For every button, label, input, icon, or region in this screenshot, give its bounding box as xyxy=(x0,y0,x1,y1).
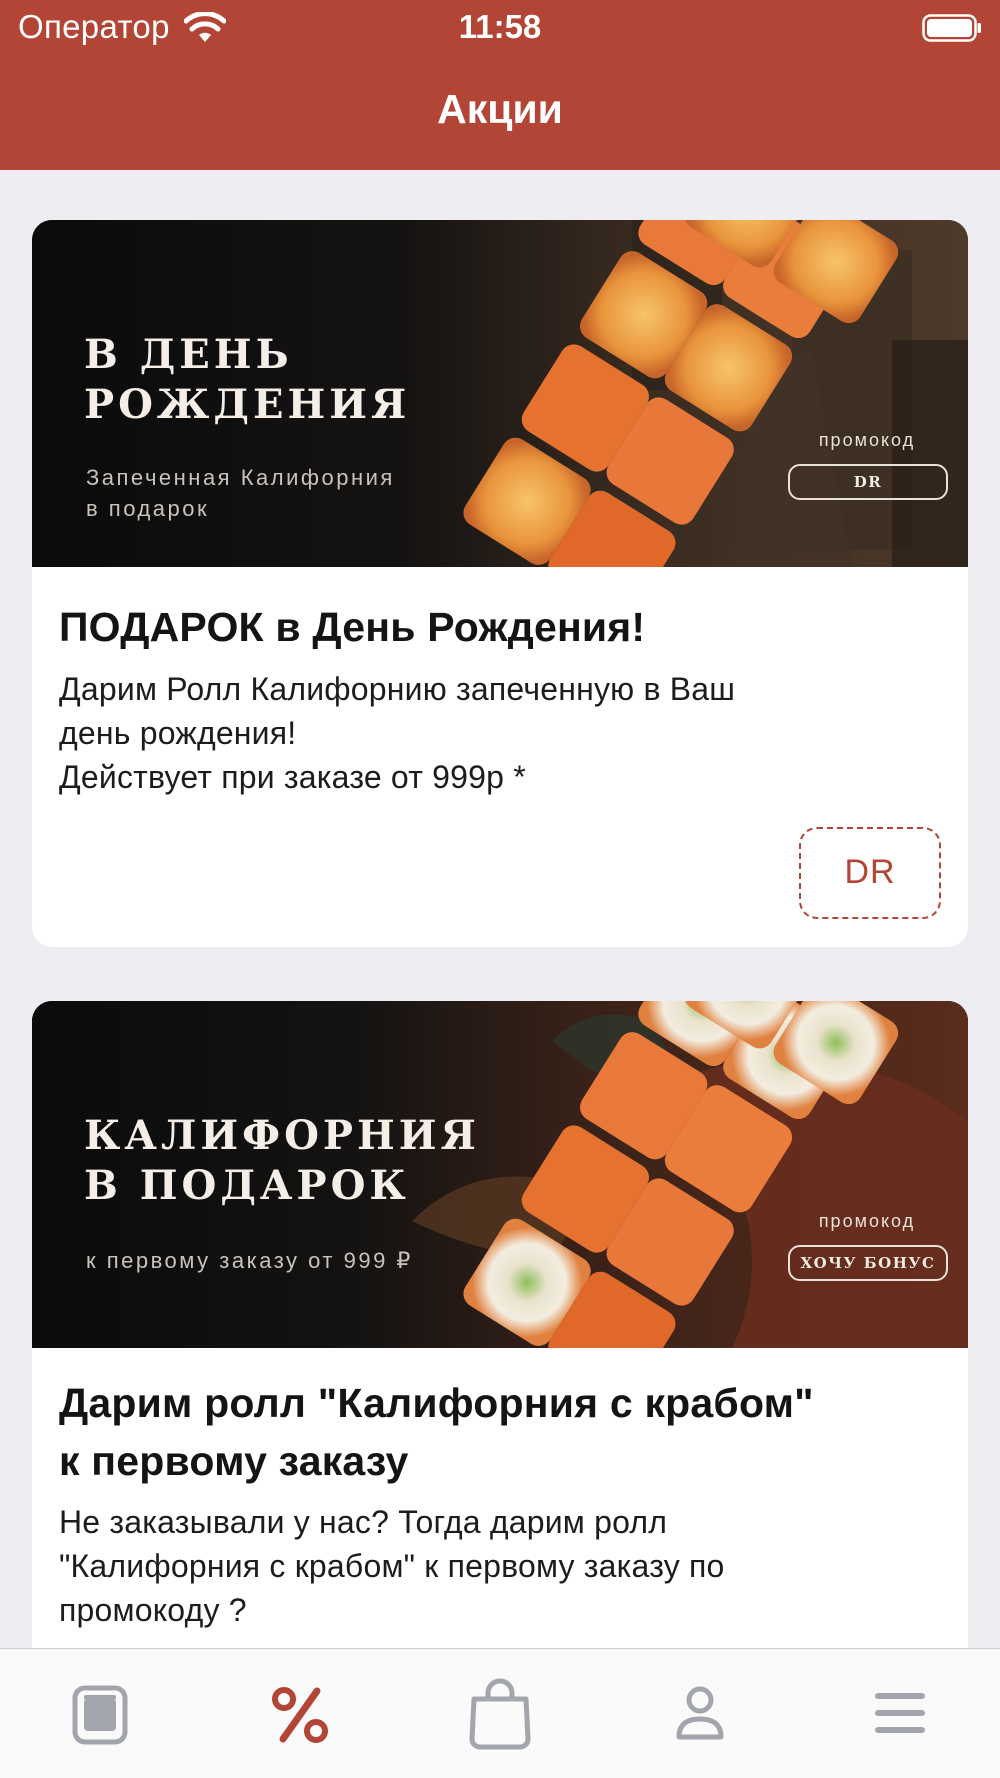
banner-promo-code: DR xyxy=(788,464,948,500)
promo-banner[interactable]: В ДЕНЬ РОЖДЕНИЯ Запеченная Калифорния в … xyxy=(32,220,968,567)
promo-card-first-order[interactable]: КАЛИФОРНИЯ В ПОДАРОК к первому заказу от… xyxy=(32,1001,968,1648)
banner-promo-code: ХОЧУ БОНУС xyxy=(788,1245,948,1281)
promo-description: Не заказывали у нас? Тогда дарим ролл "К… xyxy=(59,1504,725,1628)
tab-promotions[interactable] xyxy=(200,1649,400,1778)
banner-promo-caption: промокод xyxy=(818,430,916,450)
tab-more[interactable] xyxy=(800,1649,1000,1778)
promo-banner[interactable]: КАЛИФОРНИЯ В ПОДАРОК к первому заказу от… xyxy=(32,1001,968,1348)
page-title: Акции xyxy=(437,86,563,132)
hamburger-icon xyxy=(875,1693,925,1733)
promotions-list[interactable]: В ДЕНЬ РОЖДЕНИЯ Запеченная Калифорния в … xyxy=(0,170,1000,1648)
promo-description: Дарим Ролл Калифорнию запеченную в Ваш д… xyxy=(59,671,736,795)
banner-subtitle: Запеченная Калифорния в подарок xyxy=(86,465,395,521)
promo-title: Дарим ролл "Калифорния с крабом" к перво… xyxy=(59,1380,814,1484)
promo-code-button[interactable]: DR xyxy=(799,827,941,919)
percent-icon xyxy=(272,1687,328,1743)
tab-menu[interactable] xyxy=(0,1649,200,1778)
banner-promo-caption: промокод xyxy=(818,1211,916,1231)
menu-book-icon xyxy=(72,1685,128,1745)
banner-headline: КАЛИФОРНИЯ В ПОДАРОК xyxy=(84,1112,480,1209)
battery-icon xyxy=(922,14,981,42)
tab-cart[interactable] xyxy=(400,1649,600,1778)
promo-title: ПОДАРОК в День Рождения! xyxy=(59,604,646,650)
status-bar: Оператор 11:58 xyxy=(0,0,1000,56)
banner-headline: В ДЕНЬ РОЖДЕНИЯ xyxy=(84,331,411,428)
shopping-bag-icon xyxy=(469,1678,531,1750)
bottom-tab-bar xyxy=(0,1648,1000,1778)
promo-card-birthday[interactable]: В ДЕНЬ РОЖДЕНИЯ Запеченная Калифорния в … xyxy=(32,220,968,947)
tab-profile[interactable] xyxy=(600,1649,800,1778)
status-time: 11:58 xyxy=(458,8,542,45)
banner-subtitle: к первому заказу от 999 ₽ xyxy=(86,1248,413,1273)
profile-icon xyxy=(676,1686,724,1740)
top-header: Оператор 11:58 Акции xyxy=(0,0,1000,170)
